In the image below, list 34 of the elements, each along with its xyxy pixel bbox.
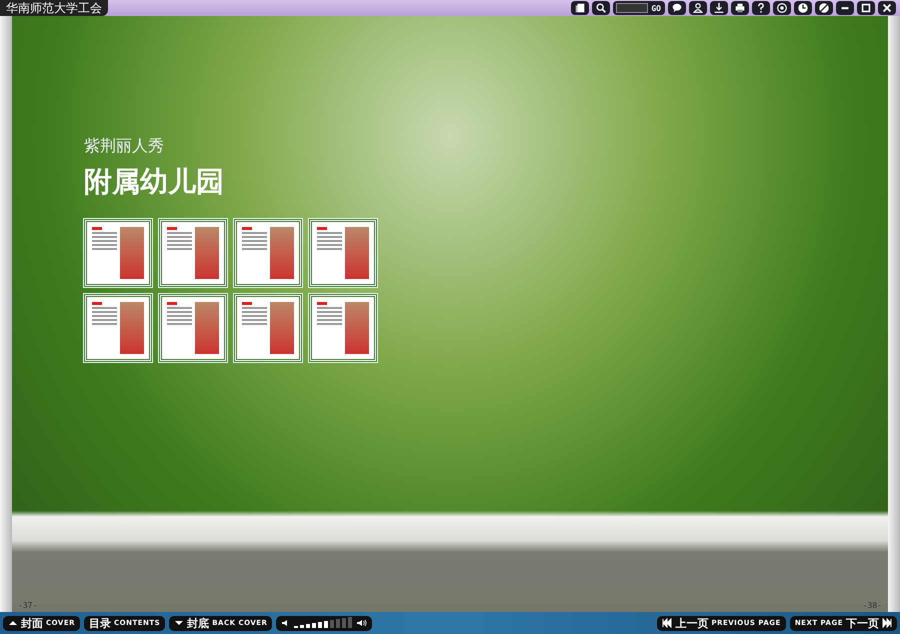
document-icon[interactable] — [571, 1, 590, 15]
page-subtitle: 紫荆丽人秀 — [84, 136, 165, 157]
close-icon[interactable] — [878, 1, 896, 15]
target-icon[interactable] — [773, 1, 791, 15]
help-icon[interactable] — [752, 1, 770, 15]
page-thumbnail[interactable] — [159, 219, 227, 287]
page-thumbnail[interactable] — [234, 294, 302, 362]
search-field[interactable] — [616, 3, 648, 13]
page-thumbnail[interactable] — [309, 219, 377, 287]
page-number: -37- — [18, 601, 38, 610]
page-title: 附属幼儿园 — [84, 164, 225, 200]
down-triangle-icon — [174, 618, 184, 628]
skip-back-icon — [662, 618, 672, 628]
up-triangle-icon — [8, 618, 18, 628]
person-icon[interactable] — [689, 1, 707, 15]
page-thumbnail[interactable] — [159, 294, 227, 362]
minimize-icon[interactable] — [836, 1, 854, 15]
go-button[interactable]: GO — [651, 4, 661, 12]
chat-bubble-icon[interactable] — [668, 1, 686, 15]
volume-control[interactable] — [276, 616, 372, 630]
speaker-loud-icon — [357, 618, 368, 628]
window-title: 华南师范大学工会 — [0, 0, 108, 16]
skip-forward-icon — [882, 618, 892, 628]
clock-icon[interactable] — [794, 1, 812, 15]
page-thumbnail[interactable] — [84, 294, 152, 362]
page-thumbnail[interactable] — [84, 219, 152, 287]
download-icon[interactable] — [710, 1, 728, 15]
zoom-icon[interactable] — [592, 1, 610, 15]
slash-icon[interactable] — [815, 1, 833, 15]
maximize-icon[interactable] — [857, 1, 875, 15]
page-number: -38- — [862, 601, 882, 610]
page-thumbnail[interactable] — [234, 219, 302, 287]
page-thumbnail[interactable] — [309, 294, 377, 362]
print-icon[interactable] — [731, 1, 749, 15]
